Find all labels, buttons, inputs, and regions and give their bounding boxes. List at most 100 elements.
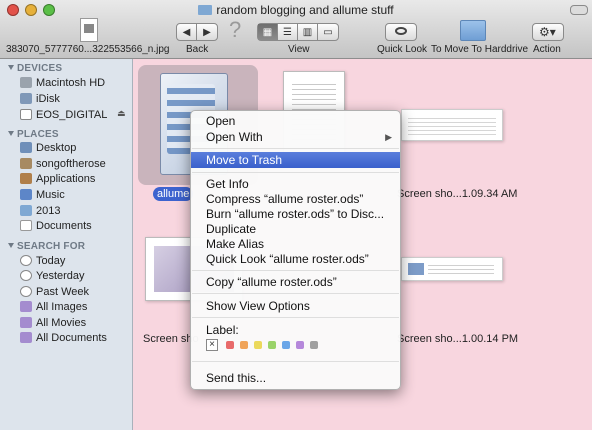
label-red-button[interactable] (226, 341, 234, 349)
idisk-icon (20, 93, 32, 104)
disclosure-triangle-icon (8, 243, 14, 248)
quick-look-label: Quick Look (377, 44, 428, 55)
section-title: SEARCH FOR (17, 241, 86, 252)
sidebar-item-label: Documents (36, 220, 92, 232)
eject-icon[interactable]: ⏏ (117, 108, 126, 119)
sidebar-item-desktop[interactable]: Desktop (20, 141, 76, 156)
column-view-button[interactable]: ▥ (298, 24, 318, 40)
finder-window: random blogging and allume stuff 383070_… (0, 0, 592, 430)
menu-item-show-view-options[interactable]: Show View Options (191, 298, 400, 314)
clock-icon (20, 255, 32, 266)
label-none-button[interactable]: × (206, 339, 218, 351)
sidebar-item-all-documents[interactable]: All Documents (20, 331, 107, 346)
sidebar-item-2013[interactable]: 2013 (20, 204, 60, 219)
menu-item-label: Open With (206, 130, 263, 144)
file-caption-3[interactable]: Screen sho...1.00.14 PM (397, 333, 518, 345)
action-button[interactable]: ⚙▾ (532, 23, 564, 41)
back-button[interactable]: ◀ (177, 24, 197, 40)
clock-icon (20, 286, 32, 297)
sidebar-section-search-for[interactable]: SEARCH FOR (8, 241, 85, 252)
menu-item-quick-look[interactable]: Quick Look “allume roster.ods” (191, 251, 400, 267)
menu-separator (192, 172, 399, 173)
sidebar-item-label: Past Week (36, 286, 89, 298)
sidebar-item-past-week[interactable]: Past Week (20, 285, 89, 300)
sidebar-item-all-images[interactable]: All Images (20, 300, 87, 315)
quick-look-button[interactable] (385, 23, 417, 41)
coverflow-view-button[interactable]: ▭ (318, 24, 338, 40)
sidebar-item-idisk[interactable]: iDisk (20, 92, 60, 107)
menu-item-copy[interactable]: Copy “allume roster.ods” (191, 274, 400, 290)
section-title: DEVICES (17, 63, 63, 74)
clear-label-icon: × (209, 339, 215, 350)
sidebar-item-macintosh-hd[interactable]: Macintosh HD (20, 76, 105, 91)
menu-item-burn[interactable]: Burn “allume roster.ods” to Disc... (191, 206, 400, 222)
sidebar-item-label: Desktop (36, 142, 77, 154)
sidebar-item-documents[interactable]: Documents (20, 219, 92, 234)
move-label: To Move To Harddrive (431, 44, 529, 55)
sidebar-section-devices[interactable]: DEVICES (8, 63, 62, 74)
help-icon[interactable]: ? (229, 17, 241, 43)
avatar-icon (408, 263, 424, 275)
file-caption-1[interactable]: Screen sho...1.09.34 AM (397, 188, 517, 200)
sidebar-item-eos-digital[interactable]: EOS_DIGITAL (20, 108, 107, 123)
toolbar-file-icon[interactable] (80, 18, 98, 42)
sidebar-item-label: iDisk (36, 93, 60, 105)
back-forward-control: ◀ ▶ (176, 23, 218, 41)
label-blue-button[interactable] (282, 341, 290, 349)
menu-item-send-this[interactable]: Send this... (191, 370, 400, 386)
label-orange-button[interactable] (240, 341, 248, 349)
sidebar-item-label: Applications (36, 173, 96, 185)
back-label: Back (186, 44, 209, 55)
drive-icon (20, 109, 32, 120)
sidebar-item-label: songoftherose (36, 158, 106, 170)
menu-item-make-alias[interactable]: Make Alias (191, 236, 400, 252)
list-view-button[interactable]: ☰ (278, 24, 298, 40)
menu-separator (192, 148, 399, 149)
window-title: random blogging and allume stuff (0, 3, 592, 17)
sidebar-item-label: 2013 (36, 205, 61, 217)
label-purple-button[interactable] (296, 341, 304, 349)
screenshot-thumbnail-1[interactable] (401, 109, 503, 141)
label-gray-button[interactable] (310, 341, 318, 349)
action-label: Action (533, 44, 561, 55)
sidebar-section-places[interactable]: PLACES (8, 129, 59, 140)
forward-button[interactable]: ▶ (197, 24, 217, 40)
sidebar-item-music[interactable]: Music (20, 188, 65, 203)
menu-item-label-heading: Label: (206, 323, 239, 337)
menu-item-open-with[interactable]: Open With ▶ (191, 129, 400, 145)
menu-item-open[interactable]: Open (191, 113, 400, 129)
screenshot-thumbnail-3[interactable] (401, 257, 503, 281)
selected-file-name: allume (157, 188, 190, 200)
sidebar-item-label: Music (36, 189, 65, 201)
selected-file-label[interactable]: allume (153, 187, 194, 201)
menu-separator (192, 361, 399, 362)
menu-item-duplicate[interactable]: Duplicate (191, 221, 400, 237)
smart-folder-icon (20, 317, 32, 328)
screenshot-content-icon (428, 264, 494, 274)
sidebar-item-label: Yesterday (36, 270, 85, 282)
menu-item-get-info[interactable]: Get Info (191, 176, 400, 192)
toolbar-toggle-button[interactable] (570, 5, 588, 15)
move-folder-button[interactable] (460, 20, 486, 41)
label-yellow-button[interactable] (254, 341, 262, 349)
gear-icon: ⚙▾ (539, 25, 556, 39)
image-thumbnail-icon (84, 24, 94, 33)
clock-icon (20, 270, 32, 281)
menu-item-compress[interactable]: Compress “allume roster.ods” (191, 191, 400, 207)
sidebar-item-today[interactable]: Today (20, 254, 65, 269)
sidebar-item-label: All Images (36, 301, 88, 313)
icon-view-icon: ▦ (262, 26, 273, 38)
menu-separator (192, 270, 399, 271)
forward-arrow-icon: ▶ (203, 26, 211, 38)
sidebar-item-yesterday[interactable]: Yesterday (20, 269, 85, 284)
list-view-icon: ☰ (283, 26, 292, 38)
sidebar-item-songoftherose[interactable]: songoftherose (20, 157, 106, 172)
sidebar-item-label: All Movies (36, 317, 87, 329)
sidebar-item-all-movies[interactable]: All Movies (20, 316, 86, 331)
menu-item-move-to-trash[interactable]: Move to Trash (191, 152, 400, 168)
icon-view-button[interactable]: ▦ (258, 24, 278, 40)
sidebar-item-label: EOS_DIGITAL (36, 109, 108, 121)
sidebar-item-applications[interactable]: Applications (20, 172, 95, 187)
label-green-button[interactable] (268, 341, 276, 349)
folder-icon (198, 5, 213, 15)
